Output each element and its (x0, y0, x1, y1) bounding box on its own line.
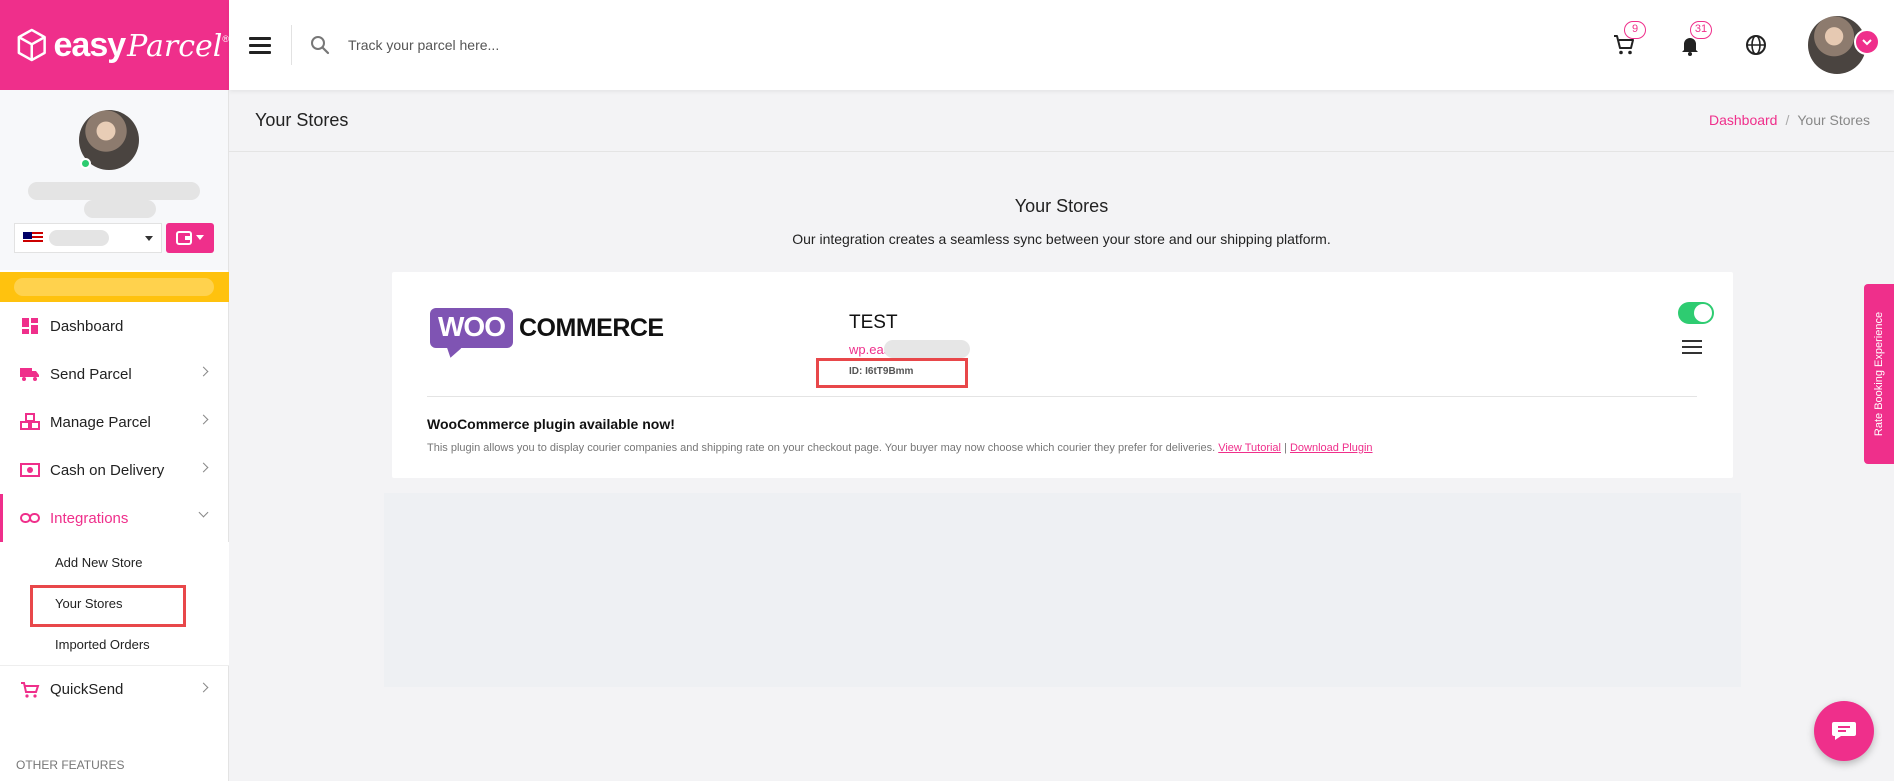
link-icon (20, 508, 40, 528)
subitem-label: Your Stores (55, 596, 123, 611)
page-title: Your Stores (255, 110, 349, 130)
sidebar-item-label: Send Parcel (50, 365, 132, 383)
dashboard-icon (20, 316, 40, 336)
top-bar: 9 31 (229, 0, 1894, 90)
redacted-announcement (14, 278, 214, 296)
breadcrumb-current: Your Stores (1797, 112, 1870, 128)
country-select[interactable] (14, 223, 162, 253)
globe-icon (1746, 35, 1766, 55)
wallet-button[interactable] (166, 223, 214, 253)
redacted-store-url (884, 340, 970, 358)
section-subheading: Our integration creates a seamless sync … (792, 231, 1331, 247)
chevron-right-icon (198, 682, 209, 693)
section-label-other-features: OTHER FEATURES (16, 758, 125, 772)
sidebar-item-cash-on-delivery[interactable]: Cash on Delivery (0, 446, 229, 494)
chevron-right-icon (198, 366, 209, 377)
language-button[interactable] (1742, 31, 1770, 59)
sidebar-subitem-add-new-store[interactable]: Add New Store (0, 542, 229, 583)
plugin-description-block: This plugin allows you to display courie… (427, 442, 1373, 454)
sidebar-subitem-your-stores[interactable]: Your Stores (0, 583, 229, 627)
truck-icon (20, 364, 40, 384)
cart-button[interactable]: 9 (1610, 21, 1646, 59)
store-card: WOO COMMERCE TEST wp.eas ID: I6tT9Bmm Wo… (392, 272, 1733, 478)
plugin-title: WooCommerce plugin available now! (427, 416, 675, 432)
download-plugin-link[interactable]: Download Plugin (1290, 442, 1373, 454)
store-id-highlight (816, 358, 968, 388)
cart-count-badge: 9 (1624, 21, 1646, 39)
brand-name-bold: easy (53, 25, 127, 64)
redacted-username (28, 182, 200, 200)
box-logo-icon (17, 28, 46, 62)
redacted-country (49, 230, 109, 246)
user-avatar[interactable] (1808, 16, 1880, 74)
chat-button[interactable] (1814, 701, 1874, 761)
sidebar-item-quicksend[interactable]: QuickSend (0, 665, 229, 713)
breadcrumb-separator: / (1785, 112, 1790, 128)
redacted-account (84, 200, 156, 218)
sidebar-item-label: Manage Parcel (50, 413, 151, 431)
plugin-description: This plugin allows you to display courie… (427, 442, 1216, 454)
sidebar-item-send-parcel[interactable]: Send Parcel (0, 350, 229, 398)
rate-booking-experience-tab[interactable]: Rate Booking Experience (1864, 284, 1894, 464)
caret-down-icon (196, 235, 204, 240)
cart-icon (20, 680, 40, 700)
brand-logo[interactable]: easy Parcel ® (0, 0, 229, 90)
sidebar-item-dashboard[interactable]: Dashboard (0, 302, 229, 350)
divider (427, 396, 1697, 397)
subitem-label: Add New Store (55, 555, 143, 570)
sidebar-item-label: QuickSend (50, 681, 124, 698)
notifications-button[interactable]: 31 (1676, 21, 1712, 59)
track-parcel-input[interactable] (346, 36, 766, 54)
boxes-icon (20, 412, 40, 432)
store-enabled-toggle[interactable] (1678, 302, 1714, 324)
sidebar-subitem-imported-orders[interactable]: Imported Orders (0, 624, 229, 665)
chevron-down-icon[interactable] (1854, 29, 1880, 55)
empty-content-panel (384, 493, 1741, 687)
woocommerce-logo: WOO COMMERCE (430, 308, 664, 348)
top-right-actions: 9 31 (1610, 0, 1894, 90)
search-icon (311, 36, 330, 55)
sidebar-item-manage-parcel[interactable]: Manage Parcel (0, 398, 229, 446)
notification-count-badge: 31 (1690, 21, 1712, 39)
chat-icon (1832, 722, 1856, 740)
link-separator: | (1284, 442, 1287, 454)
profile-panel (0, 90, 228, 270)
malaysia-flag-icon (23, 232, 43, 244)
woo-logo-bubble: WOO (430, 308, 513, 348)
menu-toggle-icon[interactable] (249, 34, 271, 56)
page-header: Your Stores Dashboard / Your Stores (229, 90, 1894, 152)
sidebar-item-integrations[interactable]: Integrations (0, 494, 229, 542)
divider (291, 25, 292, 65)
section-heading: Your Stores (1014, 196, 1109, 216)
rate-tab-label: Rate Booking Experience (1873, 311, 1886, 437)
wallet-icon (176, 231, 192, 245)
sidebar: Dashboard Send Parcel Manage Parcel Cash… (0, 90, 229, 781)
breadcrumb-dashboard-link[interactable]: Dashboard (1709, 112, 1778, 128)
announcement-bar[interactable] (0, 272, 229, 302)
subitem-label: Imported Orders (55, 637, 150, 652)
woo-logo-text: COMMERCE (519, 313, 664, 342)
cash-icon (20, 460, 40, 480)
integrations-submenu: Add New Store Your Stores Imported Order… (0, 542, 229, 665)
brand-name-script: Parcel (127, 28, 223, 64)
sidebar-item-label: Dashboard (50, 317, 124, 335)
chevron-down-icon (198, 507, 209, 518)
brand-wordmark: easy Parcel ® (54, 26, 230, 65)
store-menu-icon[interactable] (1682, 340, 1702, 354)
chevron-right-icon (198, 462, 209, 473)
sidebar-nav: Dashboard Send Parcel Manage Parcel Cash… (0, 302, 229, 713)
view-tutorial-link[interactable]: View Tutorial (1218, 442, 1281, 454)
brand-reg-mark: ® (222, 33, 229, 44)
caret-down-icon (145, 235, 153, 241)
breadcrumb: Dashboard / Your Stores (1709, 112, 1870, 128)
sidebar-item-label: Cash on Delivery (50, 461, 165, 479)
online-status-dot (80, 158, 91, 169)
chevron-right-icon (198, 414, 209, 425)
store-name: TEST (849, 312, 898, 333)
sidebar-item-label: Integrations (50, 509, 129, 527)
